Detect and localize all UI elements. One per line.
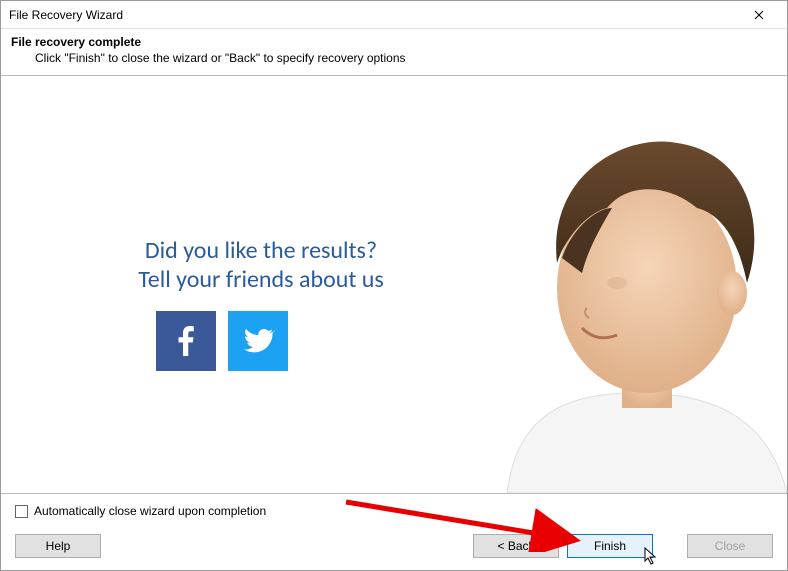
- header-subtitle: Click "Finish" to close the wizard or "B…: [35, 51, 777, 65]
- facebook-icon: [168, 323, 204, 359]
- person-illustration: [447, 113, 787, 493]
- wizard-header: File recovery complete Click "Finish" to…: [1, 29, 787, 76]
- back-button[interactable]: < Back: [473, 534, 559, 558]
- promo-line-1: Did you like the results?: [101, 236, 421, 265]
- options-bar: Automatically close wizard upon completi…: [1, 493, 787, 526]
- wizard-window: File Recovery Wizard File recovery compl…: [0, 0, 788, 571]
- help-button[interactable]: Help: [15, 534, 101, 558]
- button-bar: Help < Back Finish Close: [1, 526, 787, 570]
- auto-close-checkbox[interactable]: [15, 505, 28, 518]
- auto-close-label: Automatically close wizard upon completi…: [34, 504, 266, 518]
- finish-button[interactable]: Finish: [567, 534, 653, 558]
- promo-text-block: Did you like the results? Tell your frie…: [101, 236, 421, 294]
- promo-line-2: Tell your friends about us: [101, 265, 421, 294]
- header-title: File recovery complete: [11, 35, 777, 49]
- close-icon: [754, 10, 764, 20]
- facebook-share-button[interactable]: [156, 311, 216, 371]
- close-button[interactable]: [739, 1, 779, 29]
- nav-buttons: < Back Finish Close: [473, 534, 773, 558]
- titlebar: File Recovery Wizard: [1, 1, 787, 29]
- social-buttons-row: [156, 311, 288, 371]
- window-title: File Recovery Wizard: [9, 8, 123, 22]
- close-wizard-button: Close: [687, 534, 773, 558]
- twitter-icon: [240, 323, 276, 359]
- twitter-share-button[interactable]: [228, 311, 288, 371]
- wizard-content: Did you like the results? Tell your frie…: [1, 76, 787, 493]
